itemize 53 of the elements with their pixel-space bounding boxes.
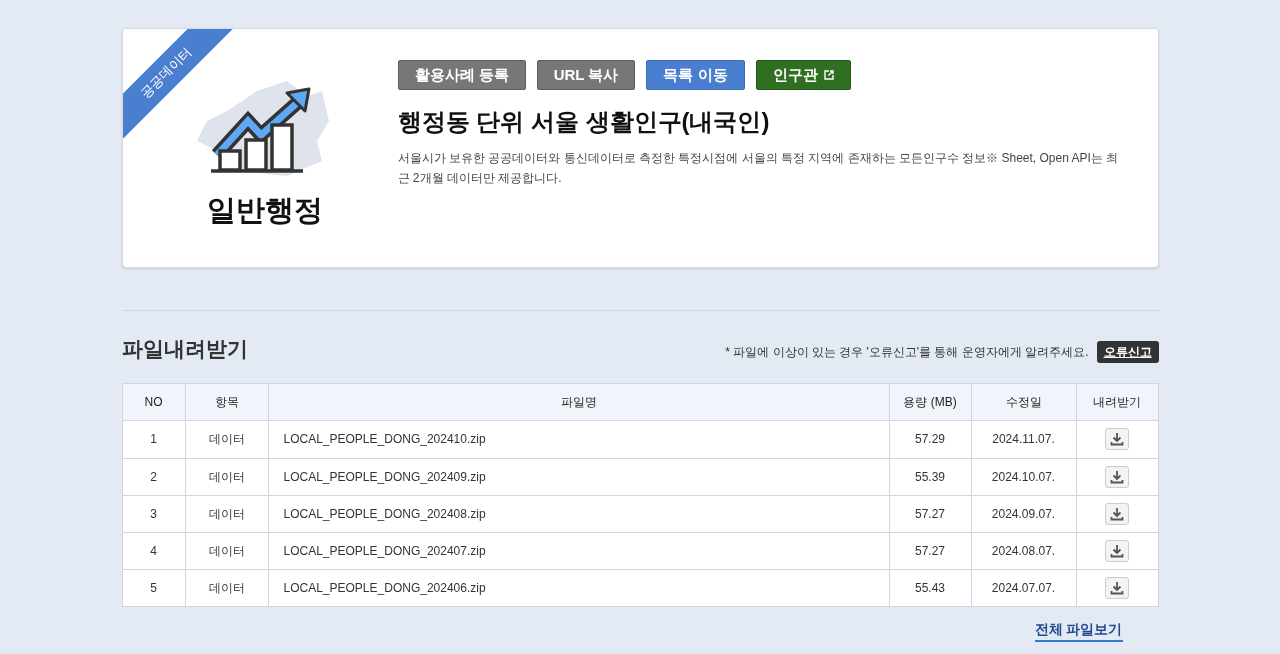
table-cell: LOCAL_PEOPLE_DONG_202407.zip: [267, 532, 889, 569]
action-button[interactable]: 목록 이동: [646, 60, 745, 90]
download-icon: [1110, 580, 1124, 595]
column-header: NO: [143, 393, 164, 411]
table-cell: 데이터: [184, 569, 268, 606]
table-cell: LOCAL_PEOPLE_DONG_202409.zip: [267, 458, 889, 495]
category-title: 일반행정: [207, 193, 323, 228]
table-cell: 57.29: [888, 420, 971, 458]
table-cell: 데이터: [184, 420, 268, 458]
download-icon: [1110, 432, 1124, 446]
table-cell-text: 3: [149, 505, 158, 523]
table-cell: 2024.07.07.: [970, 569, 1076, 606]
download-icon: [1110, 469, 1124, 484]
view-all-files-link[interactable]: 전체 파일보기: [1034, 618, 1123, 642]
column-header: 수정일: [970, 383, 1076, 420]
download-button[interactable]: [1105, 428, 1129, 450]
table-cell: 57.27: [888, 532, 971, 569]
download-button[interactable]: [1105, 465, 1129, 488]
action-button[interactable]: URL 복사: [536, 60, 636, 90]
section-title: 파일내려받기: [121, 336, 248, 362]
download-icon: [1110, 506, 1124, 521]
table-cell: 데이터: [184, 532, 268, 569]
table-cell: 57.27: [888, 495, 971, 532]
table-cell: 2024.10.07.: [970, 458, 1076, 495]
table-cell: 2024.08.07.: [970, 532, 1076, 569]
dataset-description: 서울시가 보유한 공공데이터와 통신데이터로 측정한 특정시점에 서울의 특정 지역에 존재하는 모든인구수 정보※ Sheet, Open API는 최근 2개월 데이터만 제공합니다.: [397, 150, 1120, 187]
download-button[interactable]: [1105, 539, 1129, 562]
table-cell: LOCAL_PEOPLE_DONG_202410.zip: [267, 420, 889, 458]
column-header: 용량 (MB): [888, 383, 971, 420]
table-cell: 55.43: [888, 569, 971, 606]
dataset-title: 행정동 단위 서울 생활인구(내국인): [397, 107, 771, 137]
notice-text: * 파일에 이상이 있는 경우 '오류신고'를 통해 운영자에게 알려주세요.: [725, 343, 1089, 361]
external-link-icon: [823, 70, 834, 80]
column-header: 항목: [184, 383, 268, 420]
table-cell: LOCAL_PEOPLE_DONG_202408.zip: [267, 495, 889, 532]
table-cell: 데이터: [184, 458, 268, 495]
table-cell-text: 2: [149, 468, 158, 486]
download-button[interactable]: [1105, 576, 1129, 599]
action-button[interactable]: 인구관: [755, 60, 851, 90]
download-button[interactable]: [1105, 502, 1129, 525]
download-icon: [1110, 543, 1124, 558]
table-cell: 데이터: [184, 495, 268, 532]
table-cell-text: 5: [149, 579, 158, 597]
table-cell: LOCAL_PEOPLE_DONG_202406.zip: [267, 569, 889, 606]
report-button[interactable]: 오류신고: [1096, 340, 1159, 363]
table-cell-text: 1: [149, 431, 158, 448]
column-header: 내려받기: [1075, 383, 1158, 420]
table-cell: 2024.11.07.: [970, 420, 1076, 458]
table-cell: 2024.09.07.: [970, 495, 1076, 532]
table-cell-text: 4: [149, 542, 158, 560]
table-cell: 55.39: [888, 458, 971, 495]
column-header: 파일명: [267, 383, 889, 420]
action-button[interactable]: 활용사례 등록: [397, 60, 526, 90]
